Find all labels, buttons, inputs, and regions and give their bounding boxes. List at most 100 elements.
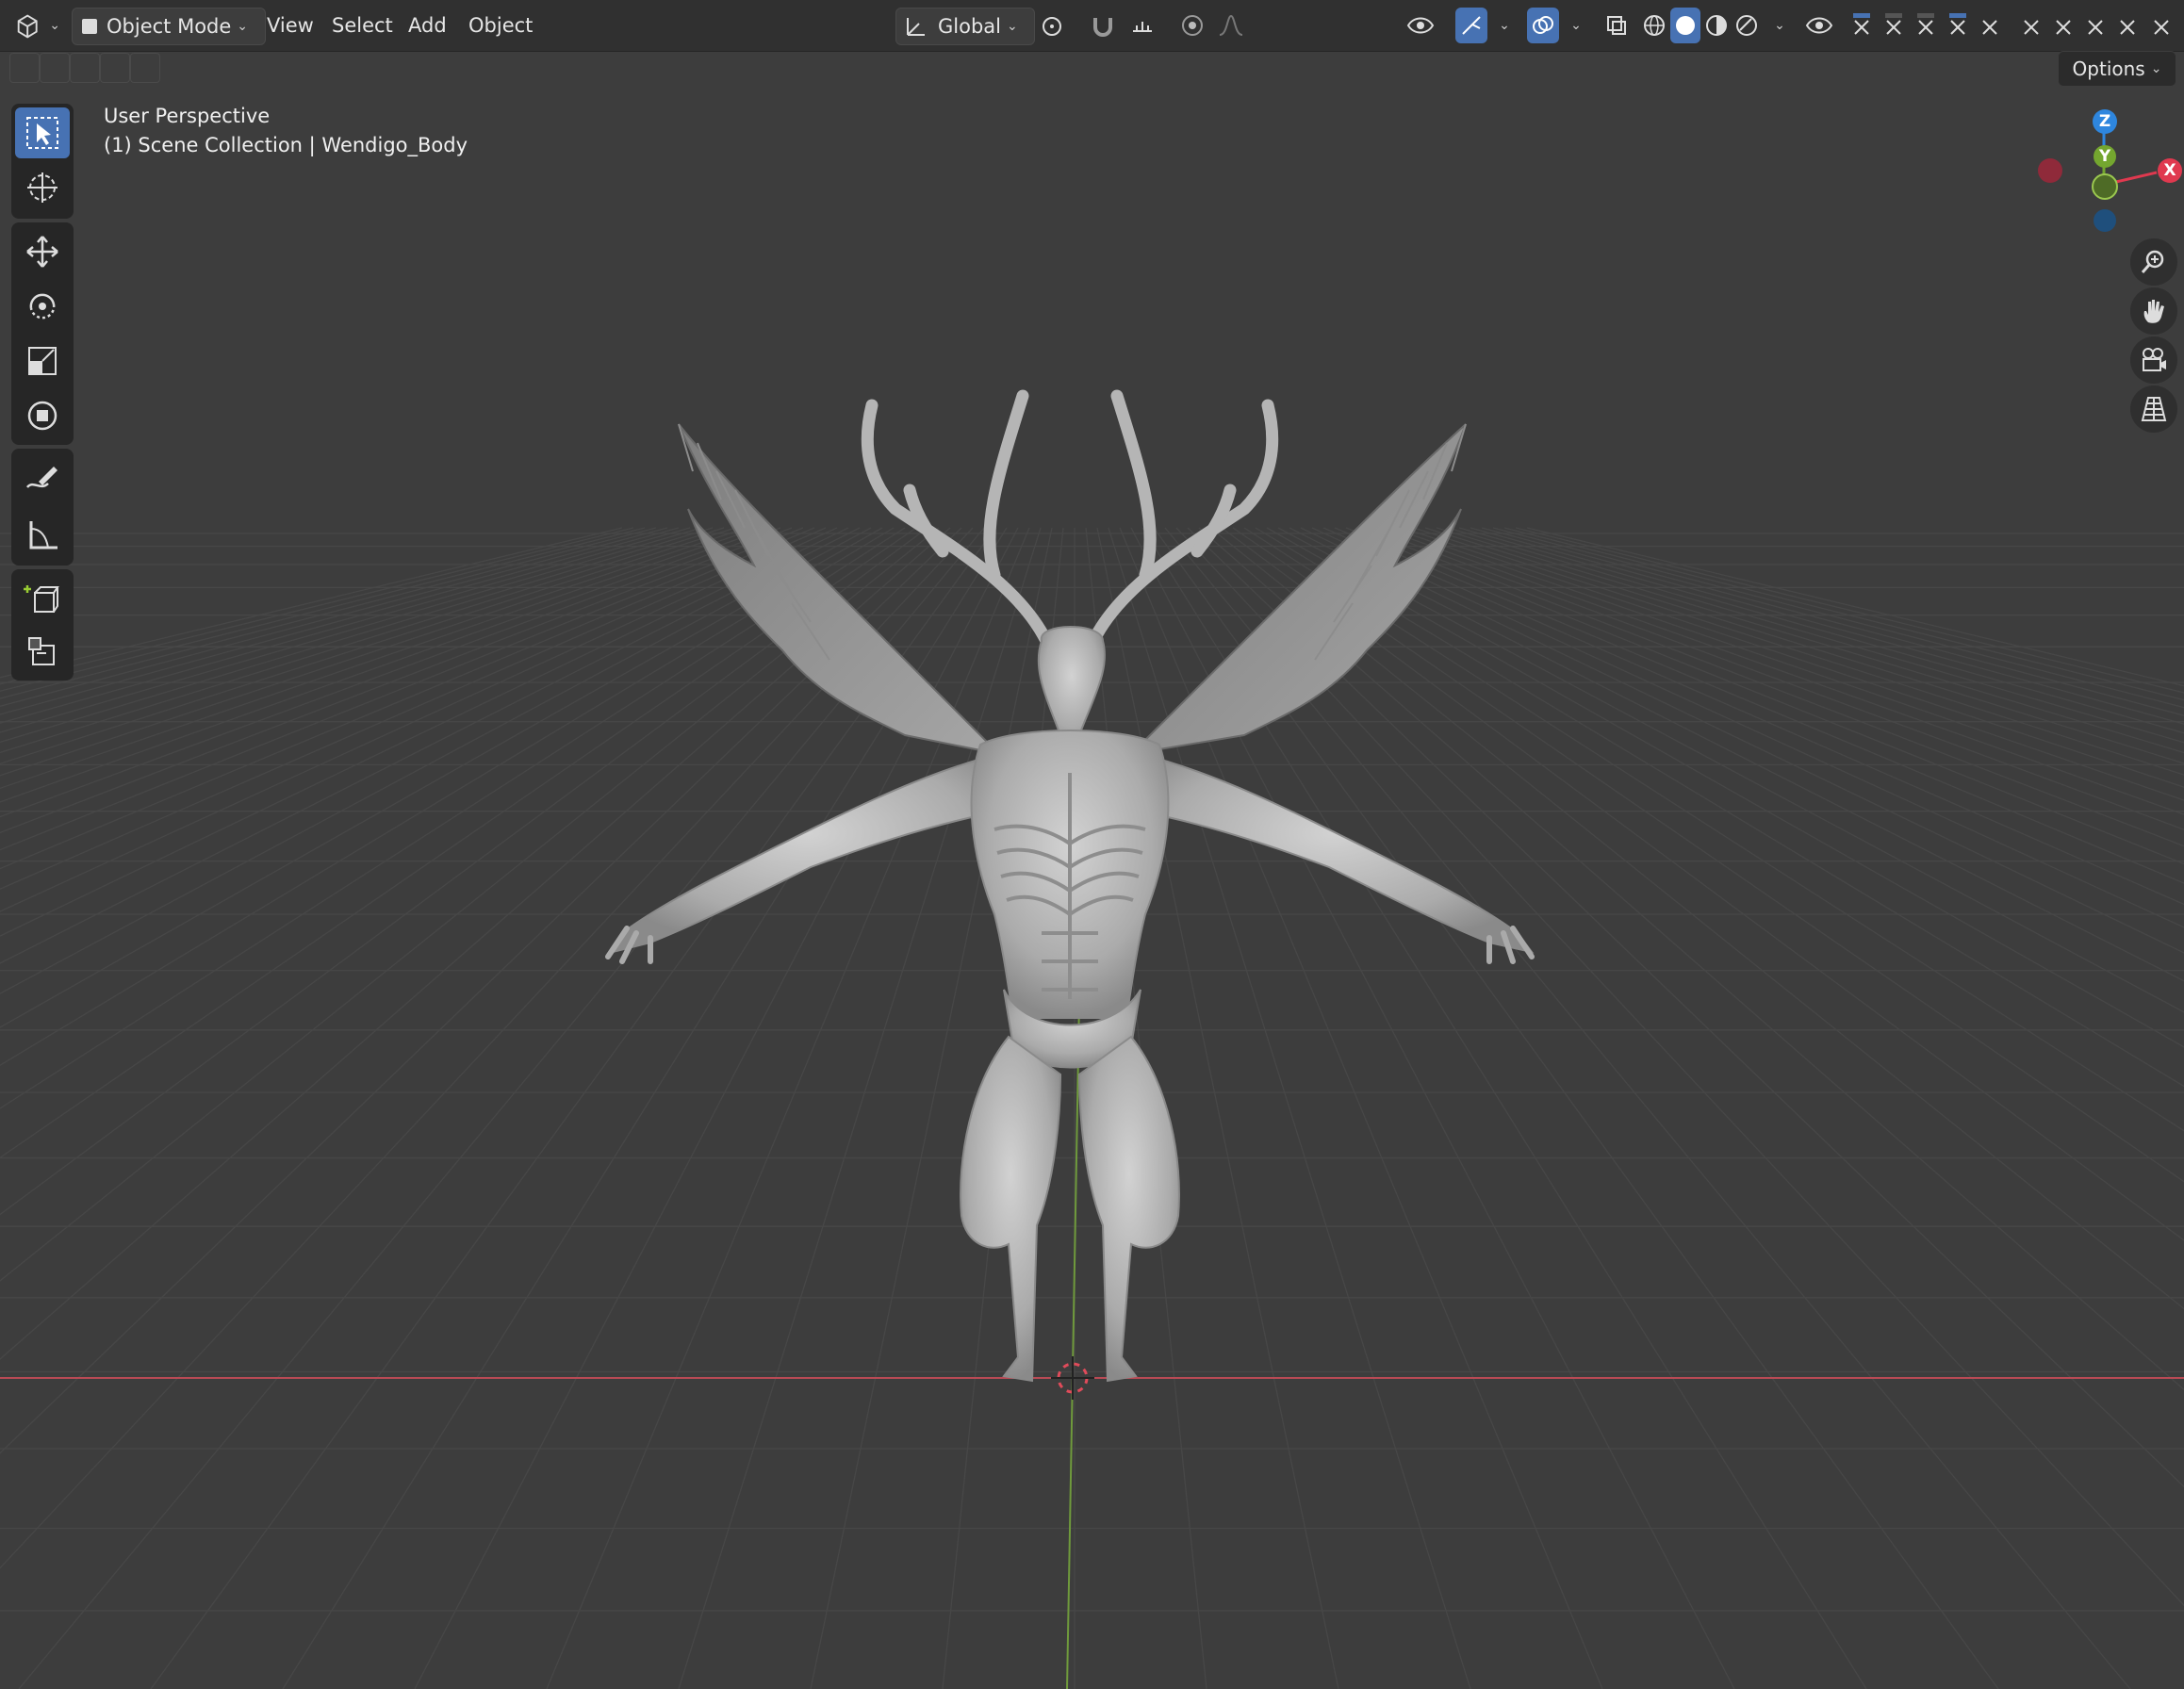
chevron-down-icon: ⌄ [1007, 19, 1018, 34]
eye-pointer-icon [1406, 17, 1435, 34]
measure-icon [29, 521, 57, 549]
overlay-toggle-icon[interactable] [2051, 8, 2076, 43]
overlay-toggle-icon[interactable] [1849, 8, 1874, 43]
pivot-point-button[interactable] [1031, 8, 1075, 43]
object-mode-icon [82, 19, 97, 34]
overlay-toggle-icon[interactable] [1978, 8, 2002, 43]
overlay-toggle-icon[interactable] [2083, 8, 2108, 43]
menu-add[interactable]: Add [408, 8, 447, 43]
toolbar-group-transform [11, 222, 74, 445]
toolbar-group-annotate [11, 449, 74, 566]
viewport-header: ⌄ Object Mode ⌄ View Select Add Object G… [0, 0, 2184, 52]
transform-orientation-label: Global [938, 15, 1001, 38]
hand-icon [2143, 300, 2164, 323]
transform-icon [27, 401, 57, 431]
xray-icon [1607, 16, 1626, 35]
overlay-toggle-icon[interactable] [1913, 8, 1938, 43]
move-icon [26, 236, 58, 268]
snap-toggle[interactable] [1086, 8, 1120, 43]
chevron-down-icon: ⌄ [1499, 18, 1510, 33]
mode-label: Object Mode [107, 15, 232, 38]
rotate-icon [29, 293, 56, 320]
tool-extrude[interactable] [15, 626, 70, 677]
shading-rendered[interactable] [1732, 8, 1761, 43]
shading-solid[interactable] [1670, 8, 1700, 43]
shading-wireframe[interactable] [1640, 8, 1668, 43]
tool-rotate[interactable] [15, 281, 70, 332]
orientation-axes-icon [907, 18, 925, 36]
gizmo-z-axis[interactable]: Z [2093, 109, 2117, 134]
cursor-icon [27, 172, 57, 203]
select-extend-button[interactable] [40, 53, 70, 83]
proportional-edit-icon [1182, 15, 1203, 36]
tool-measure[interactable] [15, 509, 70, 560]
navigation-gizmo[interactable]: Z Y X [2027, 102, 2182, 243]
select-intersect-button[interactable] [130, 53, 160, 83]
snap-increment-icon [1133, 22, 1152, 32]
gizmo-neg-z-axis[interactable] [2094, 209, 2116, 232]
xray-toggle[interactable] [1601, 8, 1633, 43]
perspective-toggle-button[interactable] [2130, 385, 2177, 433]
camera-icon [2143, 348, 2166, 371]
visibility-selectability-button[interactable] [1397, 8, 1444, 43]
overlay-toggle-icon[interactable] [2019, 8, 2044, 43]
editor-type-button[interactable]: ⌄ [13, 8, 60, 43]
tool-annotate[interactable] [15, 452, 70, 503]
select-difference-button[interactable] [100, 53, 130, 83]
transform-orientation-selector[interactable]: Global ⌄ [895, 8, 1035, 45]
proportional-falloff-button[interactable] [1210, 8, 1252, 43]
options-button[interactable]: Options ⌄ [2058, 51, 2176, 87]
overlays-dropdown[interactable]: ⌄ [1561, 8, 1585, 43]
chevron-down-icon: ⌄ [2150, 61, 2162, 76]
shading-dropdown[interactable]: ⌄ [1765, 8, 1789, 43]
overlays-icon [1533, 16, 1553, 34]
overlay-toggle-icon[interactable] [1881, 8, 1906, 43]
show-overlays-toggle[interactable] [1527, 8, 1559, 43]
overlay-toggle-icon[interactable] [2115, 8, 2140, 43]
toolbar-group-add [11, 569, 74, 681]
rendered-sphere-icon [1736, 15, 1757, 36]
shading-material-preview[interactable] [1702, 8, 1731, 43]
tool-cursor[interactable] [15, 162, 70, 213]
tool-transform[interactable] [15, 390, 70, 441]
select-new-button[interactable] [9, 53, 40, 83]
gizmo-x-axis[interactable]: X [2158, 158, 2182, 183]
grid-perspective-icon [2141, 397, 2167, 421]
gizmo-dropdown[interactable]: ⌄ [1489, 8, 1514, 43]
pan-button[interactable] [2130, 287, 2177, 335]
menu-select[interactable]: Select [332, 8, 393, 43]
tool-move[interactable] [15, 226, 70, 277]
view3d-icon [17, 14, 38, 39]
mode-selector[interactable]: Object Mode ⌄ [72, 8, 266, 45]
add-cube-icon [24, 585, 59, 613]
select-subtract-button[interactable] [70, 53, 100, 83]
tool-select-box[interactable] [15, 107, 70, 158]
chevron-down-icon: ⌄ [1774, 18, 1785, 33]
camera-view-button[interactable] [2130, 336, 2177, 384]
show-gizmo-toggle[interactable] [1455, 8, 1487, 43]
extrude-icon [28, 637, 55, 665]
viewport-3d[interactable] [0, 0, 2184, 1689]
falloff-curve-icon [1219, 14, 1243, 36]
magnet-icon [1093, 18, 1112, 37]
proportional-editing-toggle[interactable] [1176, 8, 1208, 43]
zoom-button[interactable] [2130, 238, 2177, 286]
chevron-down-icon: ⌄ [1570, 18, 1582, 33]
tool-scale[interactable] [15, 336, 70, 386]
gizmo-neg-x-axis[interactable] [2038, 158, 2062, 183]
snap-target-button[interactable] [1122, 8, 1163, 43]
menu-object[interactable]: Object [468, 8, 533, 43]
overlay-toggle-icon[interactable] [2149, 8, 2174, 43]
viewport-info: User Perspective (1) Scene Collection | … [104, 102, 468, 160]
scale-icon [28, 347, 57, 375]
overlay-toggle-icon[interactable] [1946, 8, 1970, 43]
tool-add-cube[interactable] [15, 573, 70, 624]
viewport-visibility-toggle[interactable] [1802, 8, 1836, 43]
select-box-icon [26, 117, 58, 149]
gizmo-neg-y-axis[interactable] [2092, 173, 2118, 200]
chevron-down-icon: ⌄ [237, 19, 249, 34]
menu-view[interactable]: View [267, 8, 314, 43]
eye-icon [1805, 17, 1833, 34]
gizmo-y-axis[interactable]: Y [2094, 145, 2116, 168]
annotate-icon [26, 467, 57, 488]
